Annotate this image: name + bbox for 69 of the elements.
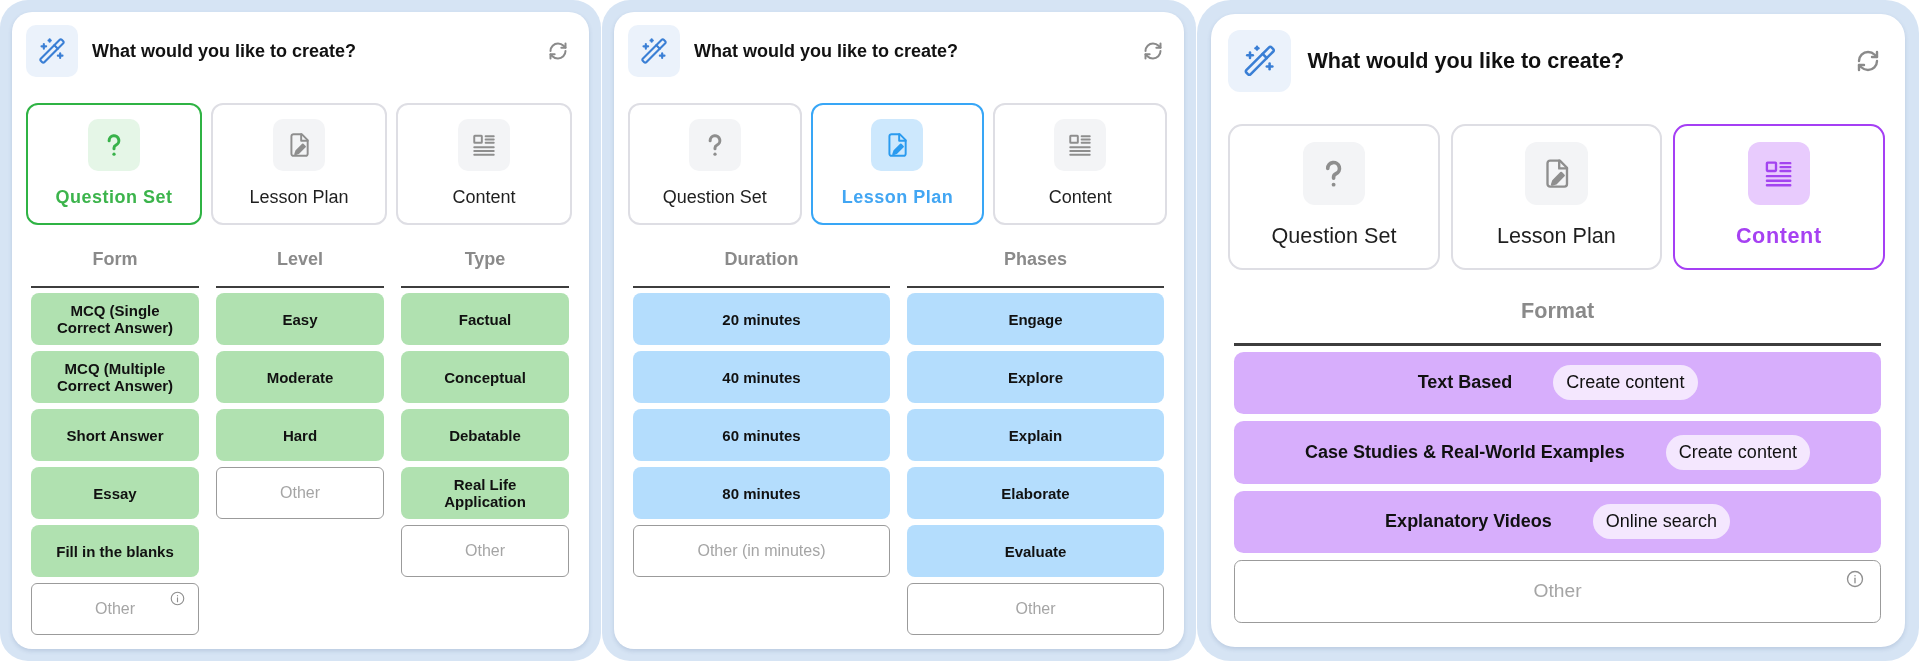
option-button[interactable]: Elaborate bbox=[907, 467, 1164, 519]
option-button[interactable]: Evaluate bbox=[907, 525, 1164, 577]
refresh-icon[interactable] bbox=[548, 41, 568, 61]
magic-wand-icon bbox=[1228, 30, 1291, 93]
option-button[interactable]: 40 minutes bbox=[633, 351, 890, 403]
option-label: Case Studies & Real-World Examples bbox=[1305, 441, 1625, 463]
other-field[interactable]: Other bbox=[907, 583, 1164, 635]
type-tab[interactable]: Content bbox=[396, 103, 572, 225]
option-button[interactable]: 80 minutes bbox=[633, 467, 890, 519]
option-button[interactable]: Conceptual bbox=[401, 351, 569, 403]
format-option[interactable]: Text Based Create content bbox=[1234, 351, 1881, 414]
type-tab[interactable]: Lesson Plan bbox=[1450, 123, 1663, 270]
info-icon[interactable] bbox=[1846, 569, 1865, 588]
type-tab[interactable]: Lesson Plan bbox=[211, 103, 387, 225]
option-button[interactable]: Essay bbox=[31, 467, 199, 519]
document-pen-icon bbox=[871, 119, 924, 171]
option-button[interactable]: Explain bbox=[907, 409, 1164, 461]
option-button[interactable]: Hard bbox=[216, 409, 384, 461]
other-field[interactable]: Other (in minutes) bbox=[633, 525, 890, 577]
option-button[interactable]: 60 minutes bbox=[633, 409, 890, 461]
option-button[interactable]: Easy bbox=[216, 293, 384, 345]
type-tab[interactable]: Question Set bbox=[1228, 123, 1440, 270]
magic-wand-icon bbox=[628, 25, 680, 77]
option-button[interactable]: Fill in the blanks bbox=[31, 525, 199, 577]
action-button[interactable]: Online search bbox=[1592, 504, 1731, 540]
article-icon bbox=[458, 119, 510, 171]
question-mark-icon bbox=[88, 119, 140, 171]
format-option[interactable]: Case Studies & Real-World Examples Create content bbox=[1234, 421, 1881, 484]
column-heading: Level bbox=[276, 248, 324, 271]
column-heading: Form bbox=[91, 248, 139, 271]
column-heading: Duration bbox=[723, 248, 800, 271]
option-button[interactable]: Real Life Application bbox=[401, 467, 569, 519]
column-heading: Format bbox=[1520, 296, 1596, 325]
refresh-icon[interactable] bbox=[1855, 49, 1880, 74]
panel-title: What would you like to create? bbox=[92, 40, 358, 62]
type-tab[interactable]: Content bbox=[1673, 123, 1885, 270]
panel-title: What would you like to create? bbox=[1307, 47, 1626, 75]
refresh-icon[interactable] bbox=[1143, 41, 1163, 61]
article-icon bbox=[1054, 119, 1107, 171]
type-tab[interactable]: Question Set bbox=[628, 103, 802, 225]
document-pen-icon bbox=[1525, 142, 1588, 205]
column-heading: Phases bbox=[1002, 248, 1068, 271]
option-button[interactable]: Factual bbox=[401, 293, 569, 345]
option-label: Text Based bbox=[1417, 372, 1513, 394]
type-tab[interactable]: Content bbox=[993, 103, 1167, 225]
info-icon[interactable] bbox=[170, 591, 185, 606]
option-button[interactable]: MCQ (Single Correct Answer) bbox=[31, 293, 199, 345]
format-option[interactable]: Explanatory Videos Online search bbox=[1234, 490, 1881, 554]
magic-wand-icon bbox=[26, 25, 78, 77]
option-button[interactable]: Short Answer bbox=[31, 409, 199, 461]
article-icon bbox=[1747, 142, 1810, 205]
question-mark-icon bbox=[688, 119, 741, 171]
other-field[interactable]: Other bbox=[401, 525, 569, 577]
option-button[interactable]: Debatable bbox=[401, 409, 569, 461]
question-mark-icon bbox=[1302, 142, 1366, 205]
action-button[interactable]: Create content bbox=[1553, 365, 1698, 401]
option-button[interactable]: Moderate bbox=[216, 351, 384, 403]
other-field[interactable]: Other bbox=[31, 583, 199, 635]
option-label: Explanatory Videos bbox=[1385, 511, 1552, 533]
option-button[interactable]: 20 minutes bbox=[633, 293, 890, 345]
option-button[interactable]: Explore bbox=[907, 351, 1164, 403]
option-button[interactable]: Engage bbox=[907, 293, 1164, 345]
panel-title: What would you like to create? bbox=[694, 40, 960, 62]
action-button[interactable]: Create content bbox=[1665, 434, 1811, 470]
document-pen-icon bbox=[273, 119, 325, 171]
other-field[interactable]: Other bbox=[216, 467, 384, 519]
other-field[interactable]: Other bbox=[1234, 560, 1881, 623]
option-button[interactable]: MCQ (Multiple Correct Answer) bbox=[31, 351, 199, 403]
column-heading: Type bbox=[463, 248, 507, 271]
